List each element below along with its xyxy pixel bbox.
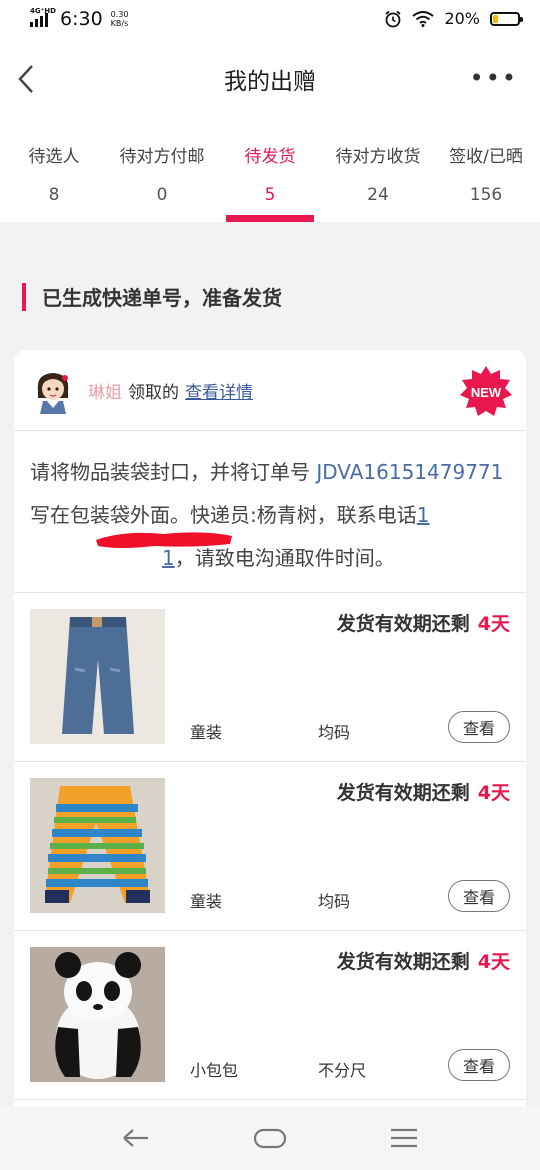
item-photo[interactable]: [30, 947, 165, 1082]
list-item[interactable]: 发货有效期还剩 4天童装 均码 查看: [14, 762, 526, 931]
view-button[interactable]: 查看: [448, 880, 510, 912]
tab-2[interactable]: 待发货 5: [216, 116, 324, 222]
status-bar: 4G⁺HD 6:30 0.30 KB/s 20%: [0, 0, 540, 42]
tab-3[interactable]: 待对方收货 24: [324, 116, 432, 222]
order-card: 琳姐 领取的 查看详情 NEW 请将物品装袋封口，并将订单号 JDVA1615147…: [14, 350, 526, 1110]
section-header: 已生成快递单号，准备发货: [22, 282, 282, 311]
clock: 6:30: [60, 8, 103, 30]
app-header: 我的出赠 •••: [0, 42, 540, 116]
claimer-name[interactable]: 琳姐: [88, 383, 122, 403]
item-list: 发货有效期还剩 4天 童装 均码 查看 发货有效期还剩 4天 童装 均码 查看 发货有效期还剩 4天小…: [14, 593, 526, 1100]
tab-count: 8: [48, 185, 60, 205]
tab-0[interactable]: 待选人 8: [0, 116, 108, 222]
claim-text: 领取的: [128, 383, 179, 403]
item-photo[interactable]: [30, 609, 165, 744]
status-tabs: 待选人 8 待对方付邮 0 待发货 5 待对方收货 24 签收/已晒 156: [0, 116, 540, 222]
days-left: 4天: [477, 782, 510, 804]
net-speed: 0.30 KB/s: [110, 10, 129, 28]
tab-4[interactable]: 签收/已晒 156: [432, 116, 540, 222]
nav-back-icon[interactable]: [116, 1124, 156, 1152]
system-nav-bar: [0, 1106, 540, 1170]
shipping-instructions: 请将物品装袋封口，并将订单号 JDVA16151479771 写在包装袋外面。快…: [14, 431, 526, 593]
item-size: 不分尺: [318, 1061, 367, 1080]
list-item[interactable]: 发货有效期还剩 4天小包包 不分尺 查看: [14, 931, 526, 1100]
tracking-number[interactable]: JDVA16151479771: [316, 460, 503, 484]
section-title: 已生成快递单号，准备发货: [42, 286, 282, 310]
view-details-link[interactable]: 查看详情: [185, 383, 253, 403]
claim-line: 琳姐 领取的 查看详情: [88, 378, 253, 403]
tab-count: 5: [264, 185, 276, 205]
page-title: 我的出赠: [224, 69, 316, 95]
avatar[interactable]: [32, 368, 74, 414]
item-size: 均码: [318, 892, 351, 911]
signal-icon: 4G⁺HD: [30, 7, 56, 27]
view-button[interactable]: 查看: [448, 711, 510, 743]
ship-deadline: 发货有效期还剩 4天: [336, 951, 510, 973]
redaction-scribble: [96, 532, 232, 548]
battery-icon: [490, 11, 523, 26]
tab-count: 0: [156, 185, 168, 205]
item-photo[interactable]: [30, 778, 165, 913]
tab-count: 24: [367, 185, 389, 205]
wifi-icon: [412, 10, 435, 27]
days-left: 4天: [477, 951, 510, 973]
item-category: 童装: [190, 723, 223, 742]
tab-label: 签收/已晒: [449, 147, 523, 167]
nav-menu-icon[interactable]: [384, 1124, 424, 1152]
tab-label: 待对方收货: [335, 147, 421, 167]
ship-deadline: 发货有效期还剩 4天: [336, 782, 510, 804]
item-size: 均码: [318, 723, 351, 742]
days-left: 4天: [477, 613, 510, 635]
more-options-icon[interactable]: •••: [470, 64, 518, 92]
alarm-icon: [385, 10, 402, 27]
item-category: 小包包: [190, 1061, 239, 1080]
view-button[interactable]: 查看: [448, 1049, 510, 1081]
new-badge-text: NEW: [471, 385, 502, 400]
new-badge: NEW: [460, 366, 512, 416]
ship-deadline: 发货有效期还剩 4天: [336, 613, 510, 635]
tab-count: 156: [469, 185, 503, 205]
nav-home-icon[interactable]: [250, 1124, 290, 1152]
list-item[interactable]: 发货有效期还剩 4天童装 均码 查看: [14, 593, 526, 762]
battery-percent: 20%: [444, 9, 480, 28]
tab-label: 待对方付邮: [119, 147, 205, 167]
network-type: 4G⁺HD: [30, 7, 56, 15]
section-accent-bar: [22, 282, 26, 311]
order-card-header: 琳姐 领取的 查看详情 NEW: [14, 350, 526, 431]
tab-label: 待发货: [244, 147, 296, 167]
item-category: 童装: [190, 892, 223, 911]
tab-label: 待选人: [28, 147, 80, 167]
tab-1[interactable]: 待对方付邮 0: [108, 116, 216, 222]
